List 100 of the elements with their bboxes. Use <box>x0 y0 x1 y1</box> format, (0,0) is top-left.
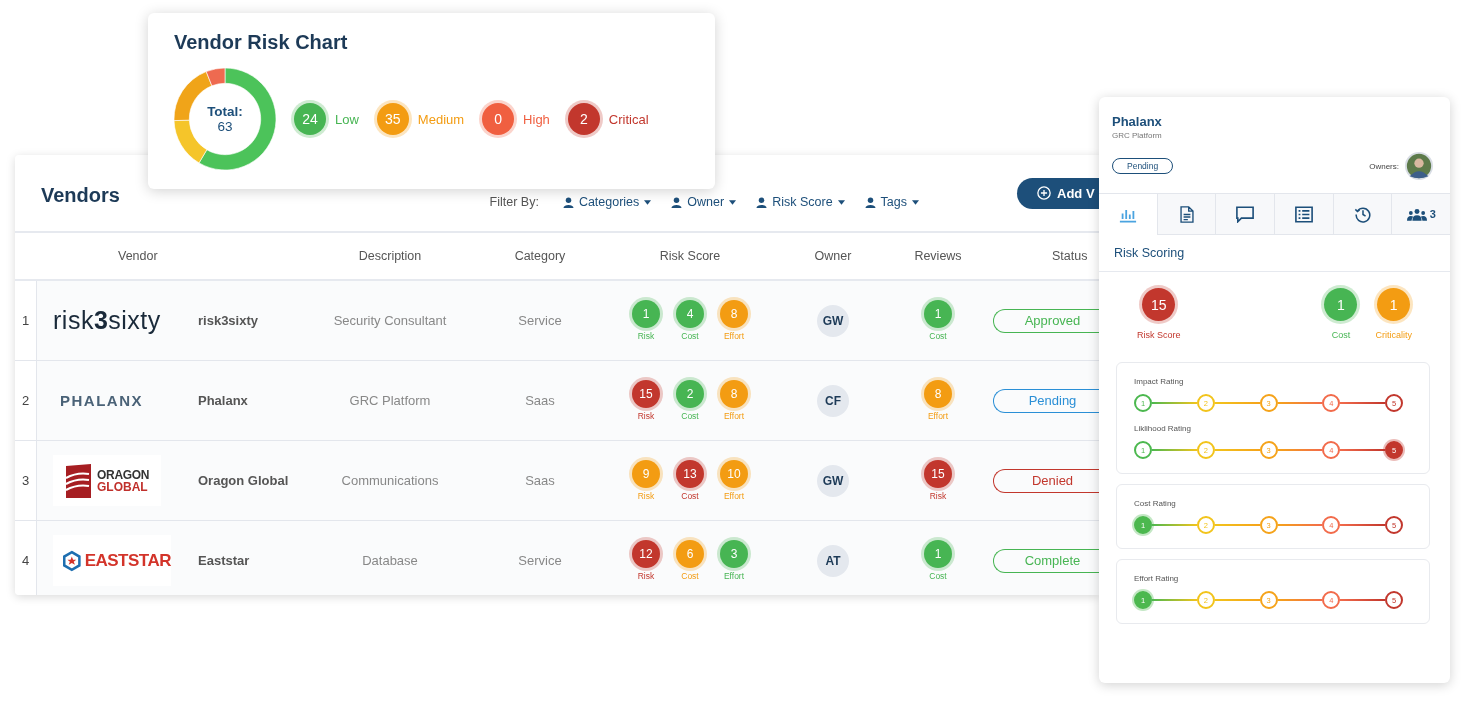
owner-avatar: CF <box>817 384 849 417</box>
row-number: 1 <box>21 313 30 328</box>
score-badge: 1 <box>632 300 660 328</box>
people-icon <box>1406 207 1427 221</box>
score-badge: 8 <box>720 380 748 408</box>
vendor-category: Service <box>518 553 562 568</box>
column-header: Owner <box>813 249 853 263</box>
legend-label: Low <box>335 111 359 127</box>
filter-dropdown[interactable]: Categories <box>554 195 660 209</box>
column-header: Vendor <box>117 249 159 263</box>
score-label: Cost <box>681 491 699 501</box>
legend-count: 2 <box>567 103 600 135</box>
score-label: Cost <box>681 411 699 421</box>
vendor-description: Security Consultant <box>333 313 447 328</box>
rating-label: Effort Rating <box>1134 574 1180 583</box>
score-label: Effort <box>723 331 745 341</box>
vendor-logo: EASTSTAR <box>53 535 171 586</box>
panel-tab[interactable] <box>1274 194 1333 234</box>
owner-avatar: GW <box>817 464 849 497</box>
score-badge: 3 <box>720 540 748 568</box>
vendor-description: Communications <box>341 473 439 488</box>
vendor-category: Service <box>518 313 562 328</box>
filter-dropdown[interactable]: Tags <box>856 195 927 209</box>
vendor-name: Eaststar <box>198 553 250 568</box>
document-icon <box>1177 205 1196 223</box>
rating-label: Impact Rating <box>1134 377 1185 386</box>
panel-tab[interactable]: 3 <box>1391 194 1451 234</box>
filter-dropdown[interactable]: Risk Score <box>748 195 853 209</box>
score-label: Risk <box>637 491 655 501</box>
vendor-logo: PHALANX <box>59 392 143 409</box>
caret-icon <box>729 199 737 205</box>
vendor-logo: risk3sixty <box>53 306 161 335</box>
column-header: Reviews <box>913 249 963 263</box>
score-label: Cost <box>1331 330 1351 340</box>
score-badge: 1 <box>1324 288 1358 321</box>
legend-count: 0 <box>482 103 515 135</box>
legend-label: High <box>523 111 550 127</box>
score-label: Risk <box>637 571 655 581</box>
review-label: Risk <box>929 491 947 501</box>
vendor-logo: ORAGON GLOBAL <box>53 455 161 506</box>
total-label: Total: <box>207 104 243 119</box>
score-label: Criticality <box>1375 330 1412 340</box>
score-badge: 6 <box>676 540 704 568</box>
caret-icon <box>837 199 845 205</box>
plus-circle-icon <box>1037 186 1051 200</box>
score-label: Cost <box>681 571 699 581</box>
score-label: Effort <box>723 411 745 421</box>
person-icon <box>562 196 574 208</box>
vendor-name: Phalanx <box>198 393 248 408</box>
caret-icon <box>644 199 652 205</box>
score-label: Effort <box>723 491 745 501</box>
review-badge: 1 <box>924 300 952 328</box>
review-label: Cost <box>929 571 947 581</box>
caret-icon <box>912 199 919 205</box>
history-icon <box>1353 205 1372 223</box>
vendor-name: risk3sixty <box>198 313 258 328</box>
review-label: Effort <box>927 411 949 421</box>
vendor-category: Saas <box>525 473 555 488</box>
score-badge: 2 <box>676 380 704 408</box>
vendors-title: Vendors <box>41 183 120 207</box>
panel-tab[interactable] <box>1156 194 1216 234</box>
chart-title: Vendor Risk Chart <box>174 31 348 53</box>
review-badge: 8 <box>924 380 952 408</box>
list-icon <box>1294 205 1313 223</box>
owner-avatar <box>1405 152 1433 180</box>
row-number: 3 <box>21 473 30 488</box>
score-badge: 9 <box>632 460 660 488</box>
filter-dropdown[interactable]: Owner <box>663 195 745 209</box>
add-vendor-button[interactable]: Add V <box>1017 177 1099 209</box>
score-badge: 15 <box>1142 288 1176 321</box>
row-number: 4 <box>21 553 30 568</box>
review-badge: 15 <box>924 460 952 488</box>
person-icon <box>671 196 683 208</box>
score-label: Cost <box>681 331 699 341</box>
legend-count: 24 <box>294 103 326 135</box>
score-badge: 8 <box>720 300 748 328</box>
rating-label: Cost Rating <box>1134 499 1177 508</box>
vendor-name: Oragon Global <box>198 473 289 488</box>
review-label: Cost <box>929 331 947 341</box>
legend-label: Critical <box>608 111 649 127</box>
panel-tab[interactable] <box>1215 194 1274 234</box>
rating-label: Liklihood Rating <box>1134 424 1192 433</box>
score-badge: 10 <box>720 460 748 488</box>
person-icon <box>864 196 876 208</box>
section-title: Risk Scoring <box>1114 246 1185 260</box>
owner-avatar: AT <box>817 544 849 577</box>
score-badge: 13 <box>676 460 704 488</box>
score-label: Risk <box>637 331 655 341</box>
person-icon <box>756 196 768 208</box>
panel-title: Phalanx <box>1112 114 1163 129</box>
column-header: Description <box>357 249 423 263</box>
vendor-category: Saas <box>525 393 555 408</box>
panel-tab[interactable] <box>1332 194 1392 234</box>
score-badge: 12 <box>632 540 660 568</box>
comment-icon <box>1236 205 1255 223</box>
score-badge: 4 <box>676 300 704 328</box>
column-header: Risk Score <box>658 249 722 263</box>
legend-label: Medium <box>417 111 465 127</box>
review-badge: 1 <box>924 540 952 568</box>
total-value: 63 <box>217 119 233 134</box>
